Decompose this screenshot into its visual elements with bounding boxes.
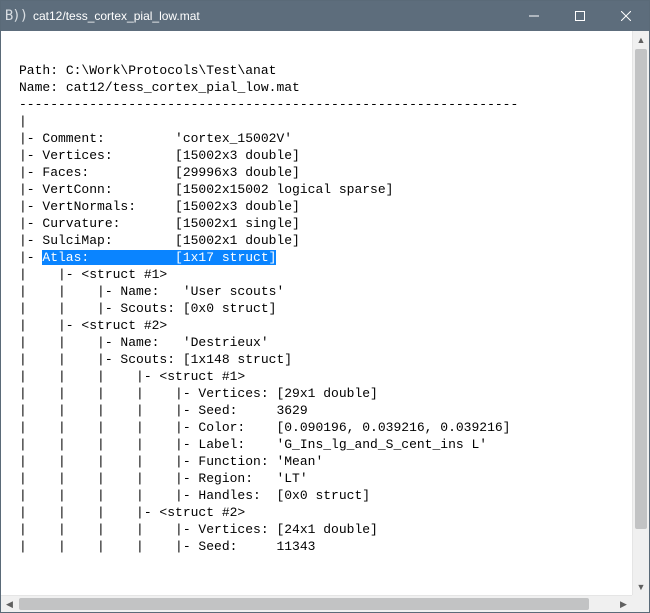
tree-row[interactable]: | | |- Scouts: [0x0 struct] (19, 301, 276, 316)
tree-row-curvature[interactable]: |- Curvature: [15002x1 single] (19, 216, 300, 231)
horizontal-scrollbar-thumb[interactable] (19, 598, 589, 610)
path-line: Path: C:\Work\Protocols\Test\anat (19, 63, 276, 78)
tree-row-faces[interactable]: |- Faces: [29996x3 double] (19, 165, 300, 180)
scroll-corner (632, 595, 649, 612)
vertical-scrollbar-thumb[interactable] (635, 49, 647, 529)
vertical-scrollbar[interactable]: ▲ ▼ (632, 31, 649, 595)
close-button[interactable] (603, 1, 649, 31)
tree-row-sulcimap[interactable]: |- SulciMap: [15002x1 double] (19, 233, 300, 248)
selected-field: Atlas: [1x17 struct] (42, 250, 276, 265)
window-controls (511, 1, 649, 31)
tree-row[interactable]: | | | |- <struct #1> (19, 369, 245, 384)
titlebar[interactable]: B)) cat12/tess_cortex_pial_low.mat (1, 1, 649, 31)
minimize-button[interactable] (511, 1, 557, 31)
tree-row-vertices[interactable]: |- Vertices: [15002x3 double] (19, 148, 300, 163)
struct-viewer[interactable]: Path: C:\Work\Protocols\Test\anat Name: … (1, 31, 632, 595)
window-title: cat12/tess_cortex_pial_low.mat (31, 9, 511, 23)
tree-row[interactable]: | | | | |- Handles: [0x0 struct] (19, 488, 370, 503)
tree-row[interactable]: | | | | |- Color: [0.090196, 0.039216, 0… (19, 420, 510, 435)
tree-row-vertconn[interactable]: |- VertConn: [15002x15002 logical sparse… (19, 182, 393, 197)
scroll-left-icon[interactable]: ◀ (1, 596, 18, 612)
tree-row-atlas[interactable]: |- Atlas: [1x17 struct] (19, 250, 276, 265)
maximize-button[interactable] (557, 1, 603, 31)
name-line: Name: cat12/tess_cortex_pial_low.mat (19, 80, 300, 95)
minimize-icon (529, 11, 539, 21)
close-icon (621, 11, 631, 21)
divider-line: ----------------------------------------… (19, 97, 518, 112)
tree-row[interactable]: | | | | |- Label: 'G_Ins_lg_and_S_cent_i… (19, 437, 487, 452)
content-area: Path: C:\Work\Protocols\Test\anat Name: … (1, 31, 649, 612)
tree-row[interactable]: | | | | |- Region: 'LT' (19, 471, 308, 486)
app-icon: B)) (1, 8, 31, 24)
tree-row-vertnormals[interactable]: |- VertNormals: [15002x3 double] (19, 199, 300, 214)
tree-row[interactable]: | | | | |- Seed: 11343 (19, 539, 315, 554)
tree-row[interactable]: | | | | |- Vertices: [29x1 double] (19, 386, 378, 401)
tree-row: | (19, 114, 27, 129)
scroll-right-icon[interactable]: ▶ (615, 596, 632, 612)
tree-row[interactable]: | | |- Name: 'User scouts' (19, 284, 284, 299)
tree-row[interactable]: | | |- Name: 'Destrieux' (19, 335, 269, 350)
tree-row[interactable]: | |- <struct #2> (19, 318, 167, 333)
tree-row[interactable]: | | | | |- Seed: 3629 (19, 403, 308, 418)
tree-row[interactable]: | | | |- <struct #2> (19, 505, 245, 520)
horizontal-scrollbar[interactable]: ◀ ▶ (1, 595, 632, 612)
tree-row[interactable]: | | | | |- Vertices: [24x1 double] (19, 522, 378, 537)
tree-row[interactable]: | | | | |- Function: 'Mean' (19, 454, 323, 469)
window: B)) cat12/tess_cortex_pial_low.mat Path:… (0, 0, 650, 613)
maximize-icon (575, 11, 585, 21)
tree-row[interactable]: | |- <struct #1> (19, 267, 167, 282)
tree-row-comment[interactable]: |- Comment: 'cortex_15002V' (19, 131, 292, 146)
tree-row[interactable]: | | |- Scouts: [1x148 struct] (19, 352, 292, 367)
scroll-up-icon[interactable]: ▲ (633, 31, 649, 48)
scroll-down-icon[interactable]: ▼ (633, 578, 649, 595)
